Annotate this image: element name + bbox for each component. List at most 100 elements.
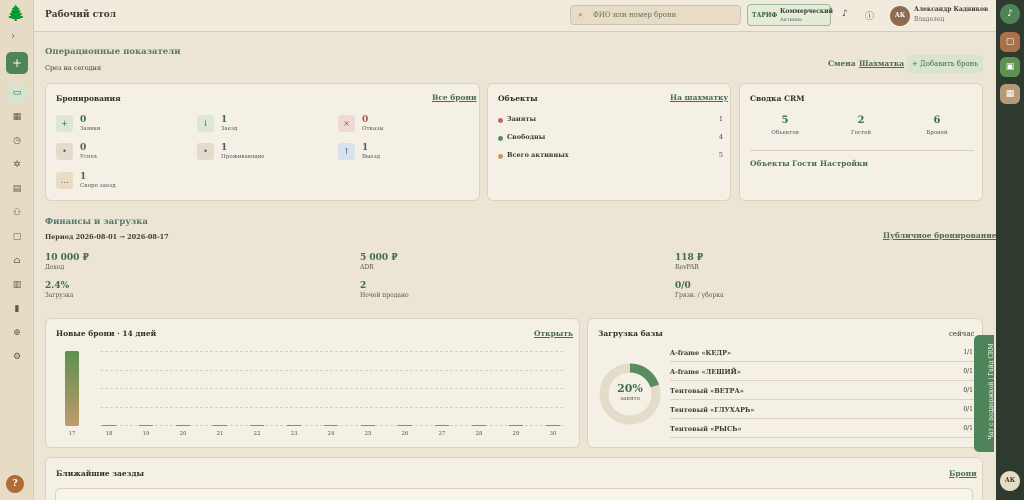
crm-stat[interactable]: 2 Гостей	[831, 115, 891, 136]
nav-globe-icon[interactable]: ⊕	[6, 324, 28, 342]
chart-bar[interactable]	[65, 351, 79, 426]
arrivals-link[interactable]: Брони	[949, 469, 977, 478]
chart-bar[interactable]	[213, 424, 227, 426]
add-booking-button[interactable]: + Добавить бронь	[907, 55, 983, 73]
search-input[interactable]: ⌕ ФИО или номер брони	[570, 5, 741, 25]
unit-name: A-frame «ЛЕШИЙ»	[670, 368, 741, 376]
nav-home-icon[interactable]: ⌂	[6, 252, 28, 270]
finance-metric-value: 0/0	[675, 281, 691, 291]
chart-x-tick: 19	[142, 431, 150, 437]
ops-subtitle: Срез на сегодня	[45, 64, 102, 72]
public-booking-link[interactable]: Публичное бронирование	[883, 231, 997, 240]
chart-bar[interactable]	[361, 424, 375, 426]
objects-row-label: Всего активных	[507, 151, 569, 159]
chart-bar[interactable]	[287, 424, 301, 426]
nav-stats-icon[interactable]: ▮	[6, 300, 28, 318]
booking-stat[interactable]: • 1 Проживающие	[197, 143, 337, 167]
nav-guests-icon[interactable]: ⚇	[6, 204, 28, 222]
help-button[interactable]: ?	[6, 475, 24, 493]
objects-row[interactable]: Всего активных 5	[498, 151, 723, 163]
chart-bar[interactable]	[102, 424, 116, 426]
unit-occupancy: 0/1	[963, 425, 973, 432]
rail-avatar[interactable]: АК	[1000, 471, 1020, 491]
tree-logo-icon[interactable]: 🌲	[6, 4, 26, 22]
chart-bar[interactable]	[398, 424, 412, 426]
unit-row[interactable]: A-frame «КЕДР» 1/1	[670, 346, 975, 362]
booking-stat-value: 0	[80, 143, 87, 153]
to-chess-link[interactable]: На шахматку	[670, 93, 728, 102]
crm-stat[interactable]: 6 Броней	[907, 115, 967, 136]
unit-occupancy: 0/1	[963, 368, 973, 375]
unit-row[interactable]: A-frame «ЛЕШИЙ» 0/1	[670, 365, 975, 381]
nav-document-icon[interactable]: ▥	[6, 276, 28, 294]
chess-link[interactable]: Шахматка	[859, 59, 904, 68]
booking-stat-label: Выезд	[362, 154, 381, 160]
app-shortcut-1-icon[interactable]: ▢	[1000, 32, 1020, 52]
app-shortcut-2-icon[interactable]: ▣	[1000, 57, 1020, 77]
booking-stat[interactable]: • 0 Успех	[56, 143, 196, 167]
booking-stat[interactable]: ↑ 1 Выезд	[338, 143, 478, 167]
unit-occupancy: 0/1	[963, 387, 973, 394]
shift-link[interactable]: Смена	[828, 59, 856, 68]
chart-bar[interactable]	[324, 424, 338, 426]
nav-clock-icon[interactable]: ◷	[6, 132, 28, 150]
crm-stat-label: Гостей	[851, 130, 871, 136]
finance-metric-label: ADR	[360, 264, 374, 271]
unit-row[interactable]: Тентовый «ГЛУХАРЬ» 0/1	[670, 403, 975, 419]
unit-row[interactable]: Тентовый «РЫСЬ» 0/1	[670, 422, 975, 438]
user-avatar[interactable]: АК	[890, 6, 910, 26]
booking-stat[interactable]: × 0 Отказы	[338, 115, 478, 139]
now-label: сейчас	[949, 330, 975, 338]
chart-bar[interactable]	[176, 424, 190, 426]
crm-link[interactable]: Объекты	[750, 159, 790, 168]
nav-settings-icon[interactable]: ⚙	[6, 348, 28, 366]
unit-row[interactable]: Тентовый «ВЕТРА» 0/1	[670, 384, 975, 400]
chart-bar[interactable]	[139, 424, 153, 426]
app-shortcut-3-icon[interactable]: ▦	[1000, 84, 1020, 104]
new-bookings-card: Новые брони · 14 дней Открыть	[45, 318, 580, 448]
chart-bar[interactable]	[546, 424, 560, 426]
booking-stat[interactable]: ↓ 1 Заезд	[197, 115, 337, 139]
finance-metric-label: Грязн. / уборка	[675, 292, 724, 299]
nav-tools-icon[interactable]: ✲	[6, 156, 28, 174]
nav-dashboard-icon[interactable]: ▭	[6, 84, 28, 102]
objects-row[interactable]: Свободны 4	[498, 133, 723, 145]
quick-add-button[interactable]: +	[6, 52, 28, 74]
booking-stat-icon: •	[56, 143, 73, 160]
arrivals-title: Ближайшие заезды	[56, 469, 144, 478]
user-name[interactable]: Александр Кадников	[914, 6, 988, 13]
chart-bar[interactable]	[250, 424, 264, 426]
bell-icon[interactable]: ♪	[842, 9, 848, 19]
booking-stat-value: 1	[221, 115, 228, 125]
booking-stat[interactable]: +0 Заявки	[56, 115, 196, 139]
nav-calendar-icon[interactable]: ▤	[6, 180, 28, 198]
new-bookings-title: Новые брони · 14 дней	[56, 329, 157, 338]
crm-stat-value: 5	[781, 115, 789, 126]
status-dot-icon	[498, 118, 503, 123]
unit-name: A-frame «КЕДР»	[670, 349, 732, 357]
notifications-bell-icon[interactable]: ♪	[1000, 4, 1020, 24]
nav-chat-icon[interactable]: ▢	[6, 228, 28, 246]
expand-chevron-icon[interactable]: ›	[11, 31, 15, 42]
chart-bar[interactable]	[509, 424, 523, 426]
tariff-status: Активна	[780, 17, 803, 23]
help-circle-icon[interactable]: ⓘ	[865, 9, 874, 22]
arrival-item[interactable]	[55, 488, 973, 500]
chart-x-tick: 29	[512, 431, 520, 437]
finance-title: Финансы и загрузка	[45, 217, 148, 227]
open-link[interactable]: Открыть	[534, 329, 573, 338]
support-chat-tab[interactable]: Чат с поддержкой | Гайд CRM	[974, 335, 995, 452]
tariff-badge[interactable]: ТАРИФ Коммерческий Активна	[747, 4, 833, 26]
chart-bar[interactable]	[472, 424, 486, 426]
tariff-name: Коммерческий	[780, 8, 833, 15]
occupied-label: занято	[620, 396, 640, 402]
crm-link[interactable]: Гости	[792, 159, 817, 168]
crm-card: Сводка CRM Объекты Гости Настройки	[739, 83, 983, 201]
crm-link[interactable]: Настройки	[820, 159, 868, 168]
objects-row[interactable]: Заняты 1	[498, 115, 723, 127]
booking-stat[interactable]: … 1 Скоро заезд	[56, 172, 196, 196]
crm-stat[interactable]: 5 Объектов	[755, 115, 815, 136]
chart-bar[interactable]	[435, 424, 449, 426]
all-bookings-link[interactable]: Все брони	[432, 93, 477, 102]
nav-chess-icon[interactable]: ▦	[6, 108, 28, 126]
